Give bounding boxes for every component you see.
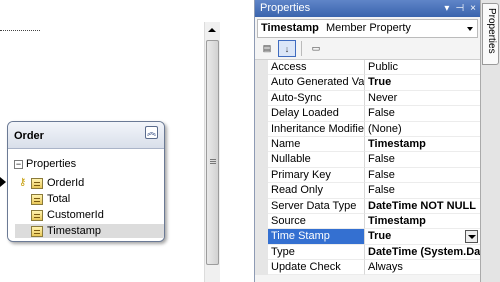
entity-order[interactable]: Order ︽ − Properties ⚷ OrderId Total Cus… [7, 121, 165, 242]
grid-name: Update Check [268, 260, 365, 276]
grid-name: Auto-Sync [268, 90, 365, 107]
grid-value[interactable]: True [365, 229, 481, 245]
scroll-up-icon[interactable] [208, 28, 216, 32]
pin-icon[interactable]: ⊣ [455, 0, 464, 17]
grid-name: Source [268, 213, 365, 230]
grid-value[interactable]: False [365, 152, 481, 168]
grid-name: Auto Generated Value [268, 75, 365, 91]
grid-value[interactable]: Timestamp [365, 213, 481, 230]
grid-name: Access [268, 60, 365, 76]
grid-value[interactable]: DateTime (System.DateTi [365, 244, 481, 261]
grid-row[interactable]: Auto-Sync Never [255, 90, 481, 107]
vertical-scrollbar[interactable] [204, 22, 220, 282]
object-type: Member Property [325, 22, 411, 34]
collapse-icon[interactable]: ︽ [145, 126, 158, 139]
scroll-thumb[interactable] [206, 40, 219, 265]
collapse-minus-icon[interactable]: − [14, 159, 23, 169]
entity-property-label: OrderId [47, 177, 85, 189]
value-dropdown-icon[interactable] [465, 230, 478, 244]
entity-property-label: Total [47, 193, 71, 205]
grid-value[interactable]: Public [365, 60, 481, 76]
entity-property-label: CustomerId [47, 209, 104, 221]
property-icon [31, 177, 43, 189]
grid-row[interactable]: Primary Key False [255, 167, 481, 184]
property-icon [31, 193, 43, 205]
grid-value[interactable]: False [365, 167, 481, 184]
grid-row-selected[interactable]: Time Stamp True [255, 229, 481, 245]
grid-row[interactable]: Server Data Type DateTime NOT NULL [255, 198, 481, 214]
grid-name: Server Data Type [268, 198, 365, 214]
grid-value[interactable]: (None) [365, 121, 481, 137]
object-selector[interactable]: Timestamp Member Property [257, 19, 478, 38]
grid-row[interactable]: Delay Loaded False [255, 106, 481, 122]
side-tab-label: Properties [486, 8, 497, 54]
grid-value[interactable]: Timestamp [365, 136, 481, 153]
designer-window: Order ︽ − Properties ⚷ OrderId Total Cus… [0, 0, 500, 282]
entity-property[interactable]: ⚷ OrderId [19, 176, 85, 190]
grid-row[interactable]: Nullable False [255, 152, 481, 168]
properties-title-bar[interactable]: Properties ▾ ⊣ × [255, 0, 480, 17]
entity-body: − Properties ⚷ OrderId Total CustomerId [8, 149, 164, 241]
properties-title: Properties [260, 2, 311, 14]
association-line [0, 30, 40, 31]
section-label: Properties [26, 158, 77, 170]
property-icon [31, 209, 43, 221]
properties-window: Properties ▾ ⊣ × Timestamp Member Proper… [254, 0, 481, 282]
grid-row[interactable]: Access Public [255, 60, 481, 76]
object-name: Timestamp [261, 22, 319, 34]
grid-value[interactable]: Never [365, 90, 481, 107]
key-icon: ⚷ [19, 177, 27, 188]
grid-row[interactable]: Read Only False [255, 183, 481, 199]
close-icon[interactable]: × [470, 0, 476, 17]
properties-section[interactable]: − Properties [14, 158, 76, 170]
chevron-down-icon[interactable] [467, 27, 473, 31]
grid-row[interactable]: Name Timestamp [255, 136, 481, 153]
grid-value[interactable]: DateTime NOT NULL [365, 198, 481, 214]
splitter [220, 0, 254, 282]
grid-row[interactable]: Inheritance Modifier (None) [255, 121, 481, 137]
grid-row[interactable]: Update Check Always [255, 260, 481, 276]
grid-name: Name [268, 136, 365, 153]
grip-icon [210, 159, 216, 164]
grid-name: Primary Key [268, 167, 365, 184]
grid-name: Delay Loaded [268, 106, 365, 122]
grid-name: Read Only [268, 183, 365, 199]
properties-side-tab[interactable]: Properties [482, 3, 499, 65]
grid-name: Nullable [268, 152, 365, 168]
grid-name: Time Stamp [268, 229, 365, 245]
categorized-icon[interactable]: ▤ [258, 40, 276, 57]
grid-row[interactable]: Type DateTime (System.DateTi [255, 244, 481, 261]
grid-value[interactable]: True [365, 75, 481, 91]
grid-value[interactable]: False [365, 106, 481, 122]
window-menu-icon[interactable]: ▾ [444, 0, 449, 17]
grid-row[interactable]: Auto Generated Value True [255, 75, 481, 91]
grid-value-text: True [368, 230, 392, 243]
grid-name: Inheritance Modifier [268, 121, 365, 137]
alphabetical-icon[interactable]: ↓ [278, 40, 296, 57]
association-arrow [0, 177, 6, 187]
entity-title: Order [14, 130, 44, 142]
properties-toolbar: ▤ ↓ ▭ [255, 38, 480, 60]
grid-row[interactable]: Source Timestamp [255, 213, 481, 230]
grid-value[interactable]: Always [365, 260, 481, 276]
entity-property-label: Timestamp [47, 225, 101, 237]
designer-surface[interactable]: Order ︽ − Properties ⚷ OrderId Total Cus… [0, 0, 204, 282]
entity-property[interactable]: Total [31, 192, 70, 206]
property-grid: Access Public Auto Generated Value True … [255, 60, 481, 276]
toolbar-separator [301, 41, 302, 56]
property-pages-icon[interactable]: ▭ [307, 40, 325, 57]
property-icon [31, 225, 43, 237]
grid-value[interactable]: False [365, 183, 481, 199]
side-tab-strip: Properties [480, 0, 500, 282]
entity-header[interactable]: Order ︽ [8, 122, 164, 149]
entity-property-selected[interactable]: Timestamp [15, 224, 164, 238]
entity-property[interactable]: CustomerId [31, 208, 104, 222]
grid-name: Type [268, 244, 365, 261]
